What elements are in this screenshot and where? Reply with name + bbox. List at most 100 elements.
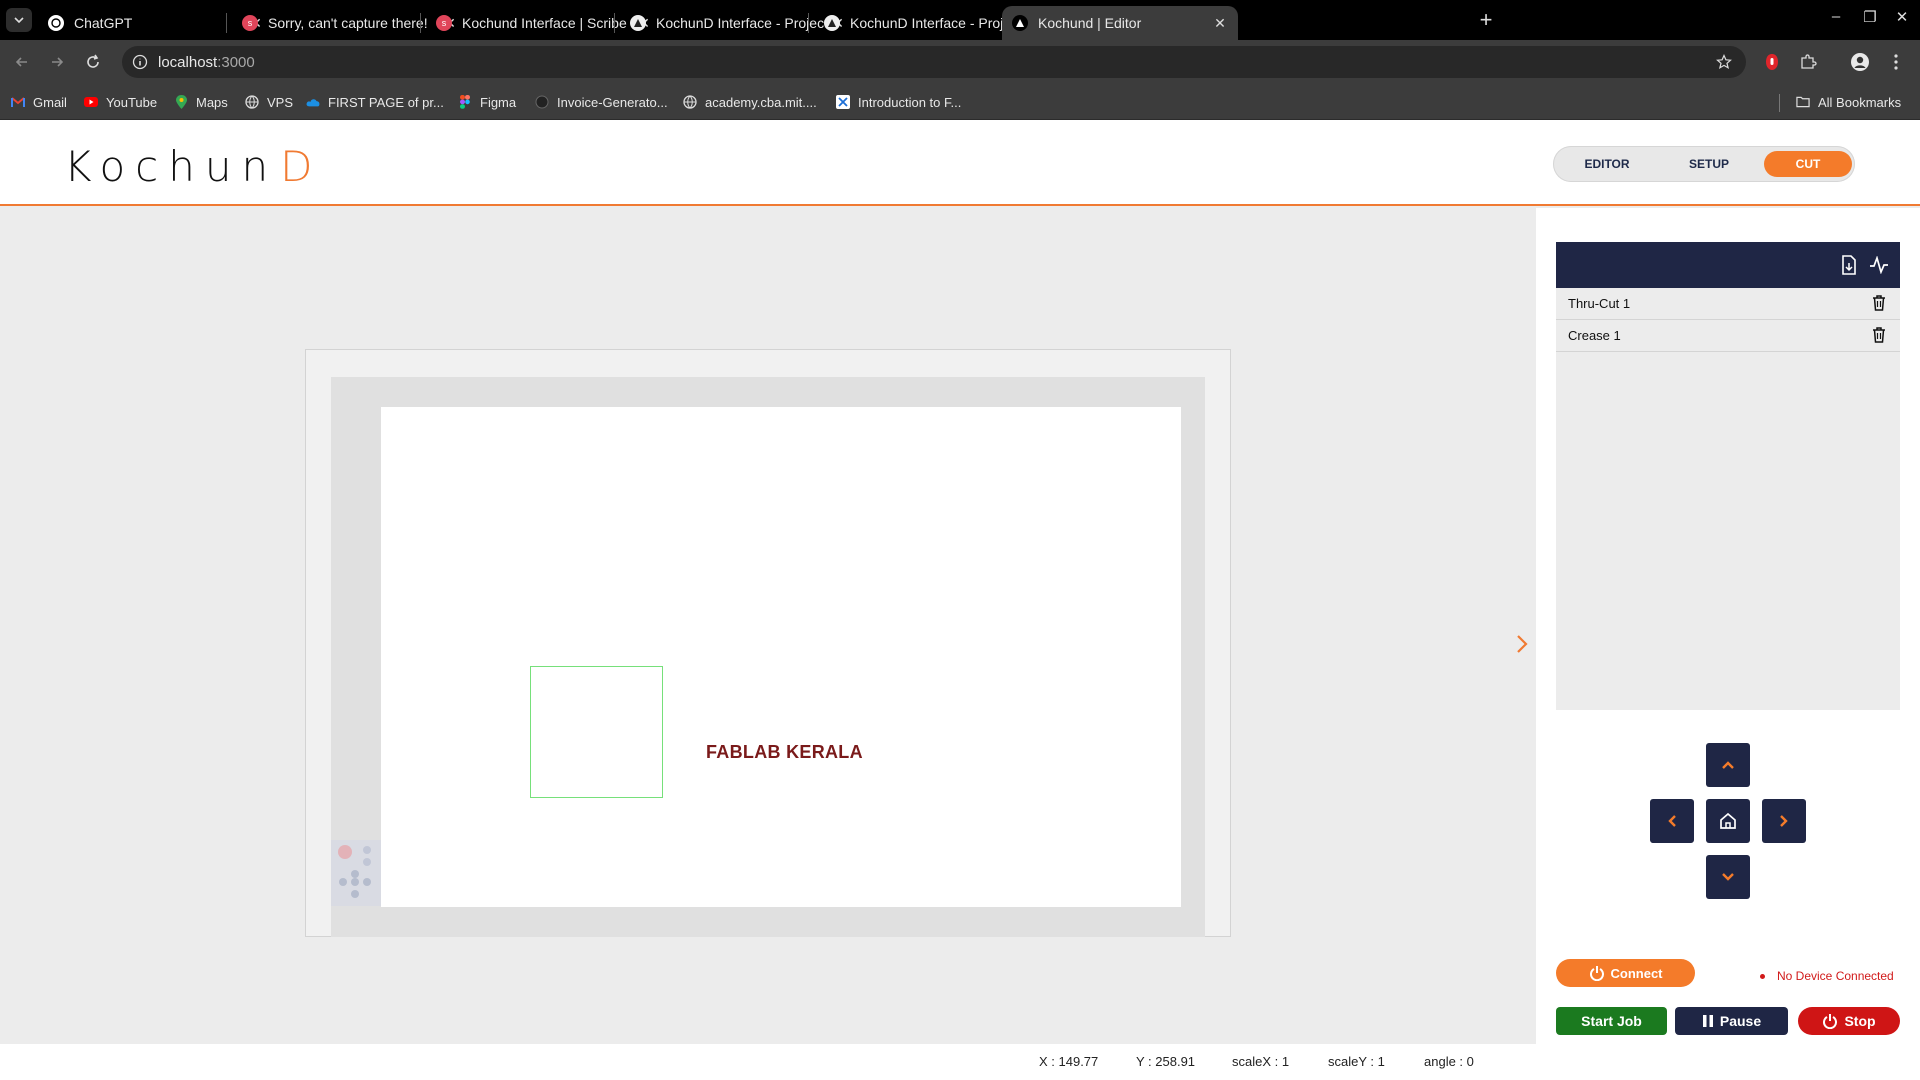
chevron-left-icon: [1668, 815, 1676, 827]
window-close-icon[interactable]: ✕: [1888, 8, 1916, 26]
rectangle-object[interactable]: [530, 666, 663, 798]
canvas-workspace: FABLAB KERALA: [0, 208, 1536, 1044]
tab-title: KochunD Interface - Projects: [850, 15, 1024, 31]
youtube-icon: [84, 95, 98, 109]
maps-icon: [174, 95, 188, 109]
back-arrow-icon[interactable]: [10, 50, 34, 74]
angle-readout: angle : 0: [1424, 1054, 1474, 1069]
bookmark-gmail[interactable]: Gmail: [11, 92, 67, 112]
bookmark-academy[interactable]: academy.cba.mit....: [683, 92, 817, 112]
jog-right-button[interactable]: [1762, 799, 1806, 843]
address-toolbar: localhost:3000: [0, 40, 1920, 84]
bookmark-youtube[interactable]: YouTube: [84, 92, 157, 112]
profile-avatar-icon[interactable]: [1848, 50, 1872, 74]
scribe-icon: s: [436, 15, 452, 31]
chevron-right-icon: [1780, 815, 1788, 827]
status-dot: [1760, 973, 1765, 979]
x-icon: [836, 95, 850, 109]
layers-header: [1556, 242, 1900, 288]
bookmark-invoice-generator[interactable]: Invoice-Generato...: [535, 92, 668, 112]
github-icon: [535, 95, 549, 109]
import-file-icon[interactable]: [1838, 254, 1860, 276]
layer-name: Thru-Cut 1: [1568, 296, 1631, 311]
browser-menu-icon[interactable]: [1884, 50, 1908, 74]
new-tab-plus-icon[interactable]: +: [1474, 8, 1498, 32]
pause-icon: [1702, 1014, 1714, 1028]
reload-icon[interactable]: [81, 50, 105, 74]
kochund-logo: Kochun D: [64, 142, 323, 191]
power-icon: [1589, 965, 1605, 981]
connect-button[interactable]: Connect: [1556, 959, 1695, 987]
figma-icon: [458, 95, 472, 109]
jog-up-button[interactable]: [1706, 743, 1750, 787]
kochund-favicon-icon: [1012, 15, 1028, 31]
url-bar[interactable]: localhost:3000: [122, 46, 1746, 78]
tab-title: Sorry, can't capture there!: [268, 15, 428, 31]
tab-editor[interactable]: EDITOR: [1563, 151, 1651, 177]
globe-icon: [683, 95, 697, 109]
transform-status-bar: X : 149.77 Y : 258.91 scaleX : 1 scaleY …: [0, 1044, 1920, 1080]
jog-left-button[interactable]: [1650, 799, 1694, 843]
trash-icon[interactable]: [1872, 327, 1888, 345]
trash-icon[interactable]: [1872, 295, 1888, 313]
text-object[interactable]: FABLAB KERALA: [706, 742, 863, 763]
material-sheet[interactable]: [381, 407, 1181, 907]
layer-row[interactable]: Crease 1: [1556, 320, 1900, 352]
extensions-puzzle-icon[interactable]: [1796, 50, 1820, 74]
chevron-down-icon: [14, 17, 24, 24]
tab-setup[interactable]: SETUP: [1665, 151, 1753, 177]
bookmark-figma[interactable]: Figma: [458, 92, 516, 112]
browser-tab-bar: ChatGPT ✕ s Sorry, can't capture there! …: [0, 0, 1920, 40]
scale-y-readout: scaleY : 1: [1328, 1054, 1385, 1069]
bookmark-maps[interactable]: Maps: [174, 92, 228, 112]
pause-button[interactable]: Pause: [1675, 1007, 1788, 1035]
tab-cut[interactable]: CUT: [1764, 151, 1852, 177]
all-bookmarks[interactable]: All Bookmarks: [1796, 92, 1901, 112]
jog-home-button[interactable]: [1706, 799, 1750, 843]
bookmarks-bar: Gmail YouTube Maps VPS FIRST PAGE of pr.…: [0, 84, 1920, 120]
waveform-icon[interactable]: [1868, 254, 1890, 276]
tab-kochund-editor[interactable]: Kochund | Editor ✕: [1002, 6, 1238, 40]
extension-red-icon[interactable]: [1760, 50, 1784, 74]
scribe-icon: s: [242, 15, 258, 31]
kochund-favicon-icon: [824, 15, 840, 31]
tab-title: KochunD Interface - Projects: [656, 15, 830, 31]
tab-search-button[interactable]: [6, 8, 32, 32]
home-icon: [1720, 812, 1736, 829]
chevron-down-icon: [1722, 873, 1734, 881]
cut-sidebar: Thru-Cut 1 Crease 1 Connect No Device Co: [1536, 208, 1920, 1044]
bookmark-star-icon[interactable]: [1716, 54, 1732, 70]
bookmark-vps[interactable]: VPS: [245, 92, 293, 112]
bookmark-introduction[interactable]: Introduction to F...: [836, 92, 961, 112]
bookmark-first-page[interactable]: FIRST PAGE of pr...: [306, 92, 444, 112]
x-readout: X : 149.77: [1039, 1054, 1099, 1069]
jog-down-button[interactable]: [1706, 855, 1750, 899]
url-text: localhost:3000: [158, 53, 255, 71]
y-readout: Y : 258.91: [1136, 1054, 1196, 1069]
folder-icon: [1796, 95, 1810, 109]
minimize-icon[interactable]: –: [1822, 8, 1850, 25]
stop-button[interactable]: Stop: [1798, 1007, 1900, 1035]
power-icon: [1822, 1013, 1838, 1029]
layer-name: Crease 1: [1568, 328, 1621, 343]
tab-title: Kochund | Editor: [1038, 15, 1142, 31]
chatgpt-icon: [48, 15, 64, 31]
chevron-up-icon: [1722, 761, 1734, 769]
scale-x-readout: scaleX : 1: [1232, 1054, 1290, 1069]
gmail-icon: [11, 95, 25, 109]
origin-marker-icon: [331, 840, 381, 906]
tab-title: ChatGPT: [74, 15, 133, 31]
mode-switcher: EDITOR SETUP CUT: [1553, 146, 1855, 182]
kochund-favicon-icon: [630, 15, 646, 31]
tab-title: Kochund Interface | Scribe: [462, 15, 627, 31]
close-icon[interactable]: ✕: [1212, 15, 1228, 32]
layer-row[interactable]: Thru-Cut 1: [1556, 288, 1900, 320]
app-header: Kochun D EDITOR SETUP CUT: [0, 120, 1920, 206]
restore-icon[interactable]: ❐: [1856, 8, 1884, 26]
chevron-right-icon[interactable]: [1512, 632, 1532, 656]
device-status: No Device Connected: [1760, 969, 1894, 983]
start-job-button[interactable]: Start Job: [1556, 1007, 1667, 1035]
forward-arrow-icon[interactable]: [45, 50, 69, 74]
site-info-icon[interactable]: [132, 54, 148, 70]
onedrive-icon: [306, 95, 320, 109]
